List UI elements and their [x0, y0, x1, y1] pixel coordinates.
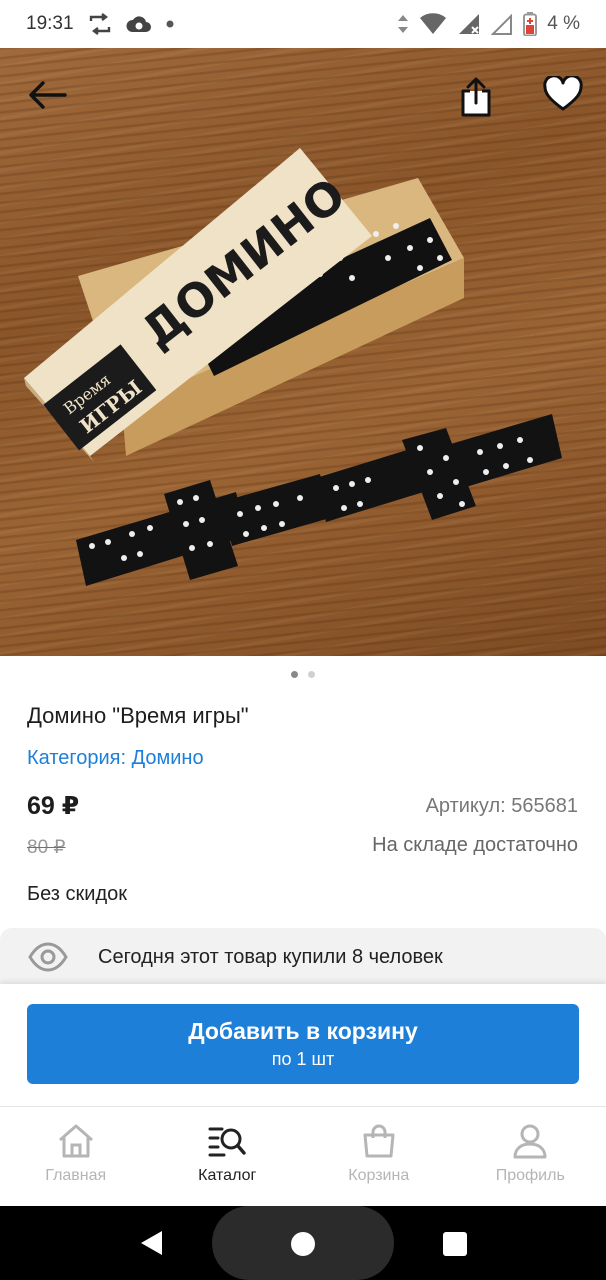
product-image[interactable]: ДОМИНО Время ИГРЫ [0, 48, 606, 656]
share-button[interactable] [454, 74, 498, 120]
stock-status: На складе достаточно [372, 834, 578, 856]
system-recents-icon[interactable] [442, 1231, 468, 1257]
pager-dot-active[interactable] [291, 671, 298, 678]
discount-info: Без скидок [27, 883, 127, 905]
nav-item-catalog[interactable]: Каталог [152, 1107, 304, 1206]
product-title: Домино "Время игры" [27, 703, 249, 728]
add-to-cart-button[interactable]: Добавить в корзину по 1 шт [27, 1004, 579, 1084]
status-bar: 19:31 4 % [0, 0, 606, 48]
domino-box-photo: ДОМИНО Время ИГРЫ [24, 148, 562, 586]
purchase-count-text: Сегодня этот товар купили 8 человек [98, 945, 443, 968]
cloud-icon [126, 16, 151, 32]
system-home-icon[interactable] [290, 1231, 316, 1257]
purchase-count-banner: Сегодня этот товар купили 8 человек [0, 928, 606, 986]
nav-label-cart: Корзина [348, 1167, 410, 1184]
home-icon [58, 1124, 93, 1158]
system-back-icon[interactable] [138, 1229, 164, 1257]
signal-empty-icon [491, 13, 513, 35]
eye-icon [28, 942, 68, 972]
favorite-button[interactable] [540, 74, 586, 114]
product-price: 69 ₽ [27, 792, 80, 820]
bottom-navigation: Главная Каталог Корзина Профиль [0, 1106, 606, 1206]
image-pager[interactable] [0, 671, 606, 678]
product-old-price: 80 ₽ [27, 837, 66, 858]
pager-dot[interactable] [308, 671, 315, 678]
add-to-cart-area: Добавить в корзину по 1 шт [0, 984, 606, 1106]
nav-item-cart[interactable]: Корзина [303, 1107, 455, 1206]
nav-label-home: Главная [45, 1167, 107, 1184]
bag-icon [363, 1124, 395, 1158]
heart-icon [543, 76, 583, 111]
signal-icon [459, 14, 480, 34]
nav-label-profile: Профиль [495, 1167, 565, 1184]
nav-item-home[interactable]: Главная [0, 1107, 152, 1206]
arrow-left-icon [29, 81, 67, 109]
battery-percent: 4 % [547, 13, 580, 34]
profile-icon [513, 1124, 547, 1159]
nav-label-catalog: Каталог [198, 1167, 257, 1184]
catalog-search-icon [208, 1127, 246, 1157]
share-icon [461, 77, 491, 117]
system-navigation-bar [0, 1206, 606, 1280]
add-to-cart-quantity: по 1 шт [271, 1049, 335, 1069]
wifi-icon [420, 13, 447, 34]
data-arrows-icon [398, 15, 409, 33]
status-time: 19:31 [26, 13, 74, 34]
product-article: Артикул: 565681 [425, 795, 578, 817]
battery-low-icon [523, 12, 538, 36]
nav-item-profile[interactable]: Профиль [455, 1107, 606, 1206]
product-category-link[interactable]: Категория: Домино [27, 747, 204, 770]
add-to-cart-label: Добавить в корзину [188, 1018, 418, 1044]
sync-icon [89, 13, 110, 35]
back-button[interactable] [24, 74, 70, 116]
dot-icon [166, 20, 174, 28]
